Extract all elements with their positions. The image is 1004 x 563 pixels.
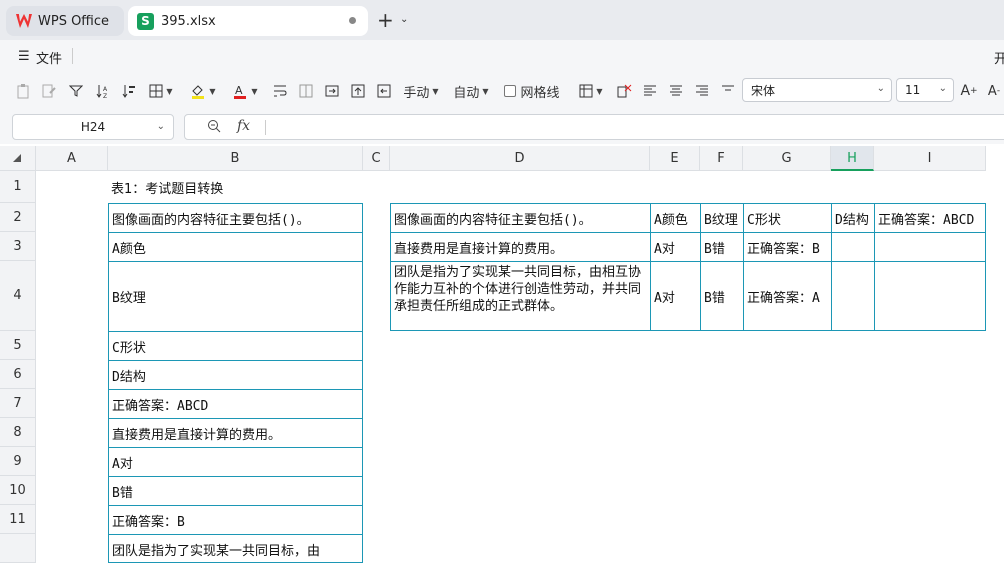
toolbar: AZ ▼ ▼ A ▼ 手动 ▼ 自动 ▼ 网格线 ▼ 宋体 ⌄ 11 ⌄ A +… (0, 72, 1004, 112)
insert-icon[interactable] (348, 80, 368, 102)
checkbox-icon[interactable] (504, 85, 517, 97)
fill-color-icon[interactable]: ▼ (188, 80, 218, 102)
row-header-5[interactable]: 5 (0, 331, 36, 360)
column-header-e[interactable]: E (650, 146, 700, 171)
convert-icon[interactable] (322, 80, 342, 102)
paste-icon[interactable] (12, 80, 34, 102)
column-header-a[interactable]: A (36, 146, 108, 171)
row-header-11[interactable]: 11 (0, 505, 36, 534)
font-name-value: 宋体 (751, 83, 776, 98)
align-left-icon[interactable] (640, 80, 660, 102)
wrap-text-icon[interactable] (270, 80, 290, 102)
row-header-4[interactable]: 4 (0, 261, 36, 331)
row-header-2[interactable]: 2 (0, 203, 36, 232)
align-top-icon[interactable] (718, 80, 738, 102)
zoom-icon[interactable] (207, 119, 221, 137)
decrease-font-size-icon[interactable]: A- (984, 80, 1004, 102)
formula-bar: H24 ⌄ fx (0, 112, 1004, 144)
font-size-value: 11 (905, 83, 921, 97)
chevron-down-icon[interactable]: ⌄ (400, 14, 408, 25)
table-style-icon[interactable]: ▼ (576, 80, 606, 102)
hamburger-menu-icon[interactable]: ☰ (18, 49, 30, 64)
tab-label: 395.xlsx (161, 13, 216, 29)
spreadsheet-icon: S (137, 12, 154, 30)
dropdown-label: 自动 (453, 85, 480, 101)
tab-bar: WPS Office S 395.xlsx + ⌄ (0, 0, 1004, 40)
row-height-manual-dropdown[interactable]: 手动 ▼ (400, 80, 442, 102)
svg-text:Z: Z (103, 93, 107, 99)
row-header-9[interactable]: 9 (0, 447, 36, 476)
format-painter-icon[interactable] (38, 80, 60, 102)
font-name-select[interactable]: 宋体 ⌄ (742, 78, 892, 102)
tab-label: WPS Office (38, 13, 110, 29)
new-tab-plus-icon[interactable]: + (377, 10, 394, 30)
cell-b1[interactable]: 表1：考试题目转换 (108, 171, 363, 203)
formula-input[interactable]: fx (184, 114, 1004, 140)
column-header-b[interactable]: B (108, 146, 363, 171)
svg-text:A: A (103, 86, 108, 93)
select-all-corner[interactable] (0, 146, 36, 171)
wps-logo-icon (16, 13, 32, 29)
column-header-f[interactable]: F (700, 146, 743, 171)
borders-icon[interactable]: ▼ (146, 80, 176, 102)
chevron-down-icon: ⌄ (938, 83, 947, 94)
align-right-icon[interactable] (692, 80, 712, 102)
spreadsheet-grid[interactable]: ABCDEFGHI 1 2 3 4 5 6 7 8 9 10 11 表1：考试题目转换 图像画面的内容… (0, 146, 1004, 563)
row-header-1[interactable]: 1 (0, 171, 36, 203)
table-border (108, 203, 363, 563)
row-header-7[interactable]: 7 (0, 389, 36, 418)
name-box[interactable]: H24 ⌄ (12, 114, 174, 140)
divider (265, 120, 266, 135)
row-header-3[interactable]: 3 (0, 232, 36, 261)
column-header-g[interactable]: G (743, 146, 831, 171)
chevron-down-icon[interactable]: ⌄ (157, 115, 165, 139)
increase-font-size-icon[interactable]: A + (958, 80, 980, 102)
auto-fit-dropdown[interactable]: 自动 ▼ (450, 80, 492, 102)
row-header-6[interactable]: 6 (0, 360, 36, 389)
column-header-c[interactable]: C (363, 146, 390, 171)
row-header-partial[interactable] (0, 534, 36, 563)
clear-format-icon[interactable] (614, 80, 634, 102)
column-header-i[interactable]: I (874, 146, 986, 171)
font-color-icon[interactable]: A ▼ (230, 80, 260, 102)
tab-file-395[interactable]: S 395.xlsx (128, 6, 368, 36)
gridlines-checkbox[interactable]: 网格线 (503, 80, 561, 102)
tab-wps-home[interactable]: WPS Office (6, 6, 124, 36)
column-header-d[interactable]: D (390, 146, 650, 171)
merge-cells-icon[interactable] (296, 80, 316, 102)
sort-descending-icon[interactable] (118, 80, 140, 102)
chevron-down-icon: ⌄ (876, 83, 885, 94)
sort-ascending-icon[interactable]: AZ (92, 80, 114, 102)
divider (72, 48, 73, 64)
menu-item-start[interactable]: 开 (994, 48, 1004, 67)
dropdown-label: 手动 (403, 85, 430, 101)
function-icon[interactable]: fx (237, 118, 250, 134)
cell-reference: H24 (80, 120, 106, 134)
file-menu[interactable]: 文件 (36, 48, 62, 67)
svg-text:A: A (235, 84, 243, 97)
row-header-8[interactable]: 8 (0, 418, 36, 447)
align-center-icon[interactable] (666, 80, 686, 102)
delete-icon[interactable] (374, 80, 394, 102)
checkbox-label: 网格线 (520, 85, 560, 101)
row-header-10[interactable]: 10 (0, 476, 36, 505)
filter-icon[interactable] (65, 80, 87, 102)
table-border (390, 203, 986, 331)
font-size-select[interactable]: 11 ⌄ (896, 78, 954, 102)
menu-bar: ☰ 文件 开 (0, 40, 1004, 72)
column-header-h[interactable]: H (831, 146, 874, 171)
close-tab-icon[interactable] (349, 17, 356, 24)
